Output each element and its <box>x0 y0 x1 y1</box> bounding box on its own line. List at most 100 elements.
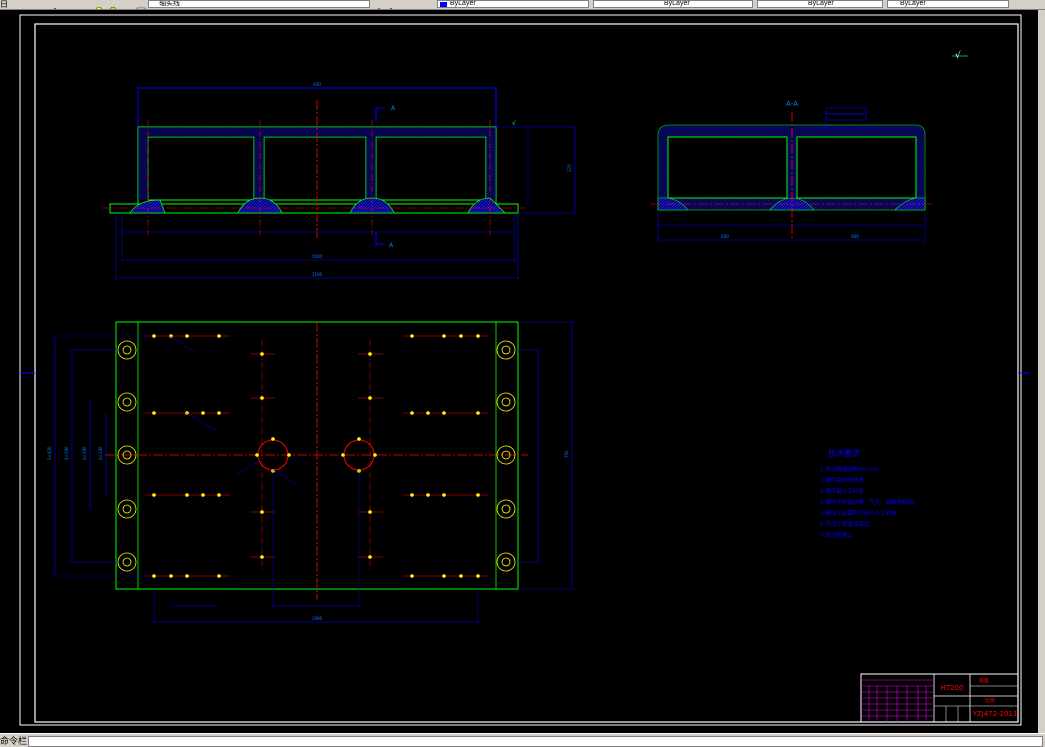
mounting-hole <box>117 499 137 519</box>
tapped-hole <box>426 493 430 497</box>
properties-toolbar: 日 轴实线 ByLayer ByLayer ByLayer ByLayer <box>0 0 1045 10</box>
tapped-hole <box>476 574 480 578</box>
color-control-dropdown[interactable]: ByLayer <box>437 0 589 8</box>
layer-on-bulb-icon[interactable] <box>94 0 104 9</box>
dimension-text: 2×190 <box>82 446 87 460</box>
tapped-hole <box>459 574 463 578</box>
tapped-hole <box>152 574 156 578</box>
hatch-rib <box>254 137 264 200</box>
dimension-text: 1000 <box>312 254 323 259</box>
tapped-hole <box>341 453 345 457</box>
tapped-hole <box>426 411 430 415</box>
scale-label-text: 比例 <box>985 697 995 704</box>
tech-req-item: 5.精加工前需再次进行人工时效; <box>820 509 899 517</box>
hatch-right-wall <box>486 137 496 200</box>
tapped-hole <box>260 555 264 559</box>
foot-boss <box>129 199 166 214</box>
color-control-value: ByLayer <box>450 0 476 7</box>
tapped-hole <box>410 334 414 338</box>
tapped-hole <box>217 334 221 338</box>
tapped-hole <box>368 396 372 400</box>
layer-lock-icon[interactable] <box>122 0 132 8</box>
section-cavity <box>667 136 788 199</box>
dimension-text: 600 <box>851 234 859 239</box>
command-line-input[interactable] <box>28 736 1043 747</box>
tapped-hole <box>442 493 446 497</box>
dimension-text: 750 <box>564 450 569 458</box>
tapped-hole <box>442 411 446 415</box>
mounting-hole <box>496 392 516 412</box>
tapped-hole <box>152 493 156 497</box>
vertical-scrollbar[interactable] <box>1038 10 1045 733</box>
tapped-hole <box>368 555 372 559</box>
mounting-hole <box>117 340 137 360</box>
tapped-hole <box>357 437 361 441</box>
tapped-hole <box>410 574 414 578</box>
roughness-mark: √ <box>512 120 516 127</box>
layer-dropdown[interactable]: 轴实线 <box>148 0 370 8</box>
drawing-canvas[interactable]: 950 A A 1000 1100 270 √ A-A 600 600 √ 2×… <box>0 10 1038 733</box>
layer-thaw-sun-icon[interactable] <box>108 0 118 9</box>
tolerance-frame <box>825 113 867 121</box>
section-view-aa: A-A 600 600 <box>650 100 932 243</box>
linetype-control-value: ByLayer <box>664 0 690 7</box>
layer-previous-icon[interactable] <box>386 0 396 9</box>
mounting-hole <box>496 552 516 572</box>
dimension-text: 600 <box>721 234 729 239</box>
section-label-bottom: A <box>389 242 394 249</box>
layer-dropdown-value: 轴实线 <box>159 0 180 7</box>
linetype-control-dropdown[interactable]: ByLayer <box>593 0 753 8</box>
mounting-hole-inner <box>122 504 132 514</box>
tapped-hole <box>217 574 221 578</box>
mounting-hole <box>117 392 137 412</box>
mounting-hole <box>496 340 516 360</box>
command-bar: 命令栏 <box>0 733 1045 747</box>
mounting-hole-inner <box>501 557 511 567</box>
lineweight-control-dropdown[interactable]: ByLayer <box>757 0 883 8</box>
layer-color-swatch-icon[interactable] <box>136 0 146 9</box>
mounting-hole-inner <box>501 504 511 514</box>
window-icon: 日 <box>0 0 8 9</box>
tapped-hole <box>217 493 221 497</box>
tech-req-item: 1.未注铸造圆角R5~10; <box>820 465 879 473</box>
color-swatch-icon <box>440 2 447 7</box>
plotstyle-control-value: ByLayer <box>900 0 926 7</box>
front-view: 950 A A 1000 1100 270 √ <box>102 82 578 280</box>
general-roughness-symbol: √ <box>955 50 961 61</box>
drawing-number-text: YZJ472-2011 <box>972 710 1018 718</box>
tapped-hole <box>287 453 291 457</box>
dimension-text: 1000 <box>312 616 323 621</box>
tapped-hole <box>185 574 189 578</box>
hatch-rib <box>366 137 376 200</box>
dimension-text: 4×190 <box>64 446 69 460</box>
section-label-top: A <box>391 105 396 112</box>
mounting-hole-inner <box>501 345 511 355</box>
tapped-hole <box>185 493 189 497</box>
plotstyle-control-dropdown[interactable]: ByLayer <box>887 0 1009 8</box>
outer-frame <box>19 14 1022 726</box>
tech-req-item: 4.铸件不得有砂眼、气孔、裂纹等缺陷; <box>820 498 915 506</box>
tapped-hole <box>201 493 205 497</box>
make-object-layer-current-icon[interactable] <box>374 0 384 9</box>
tapped-hole <box>260 396 264 400</box>
dimension-text: 950 <box>313 82 321 87</box>
tapped-hole <box>459 334 463 338</box>
technical-requirements: 技术要求 1.未注铸造圆角R5~10; 2.铸件需时效处理; 3.铸件需人工时效… <box>820 448 915 539</box>
section-cavity <box>796 136 917 199</box>
tapped-hole <box>410 493 414 497</box>
cavity-outline <box>147 136 255 201</box>
mounting-hole-inner <box>501 397 511 407</box>
mounting-hole-inner <box>122 345 132 355</box>
mounting-hole <box>496 499 516 519</box>
leader-line <box>235 461 258 476</box>
tapped-hole <box>255 453 259 457</box>
tapped-hole <box>152 411 156 415</box>
layer-manager-icon[interactable] <box>50 0 60 9</box>
mounting-hole-inner <box>122 397 132 407</box>
leader-line <box>185 412 216 431</box>
tapped-hole <box>476 493 480 497</box>
dimension-text: 2×140 <box>98 446 103 460</box>
tapped-hole <box>442 334 446 338</box>
lineweight-control-value: ByLayer <box>808 0 834 7</box>
tapped-hole <box>373 453 377 457</box>
